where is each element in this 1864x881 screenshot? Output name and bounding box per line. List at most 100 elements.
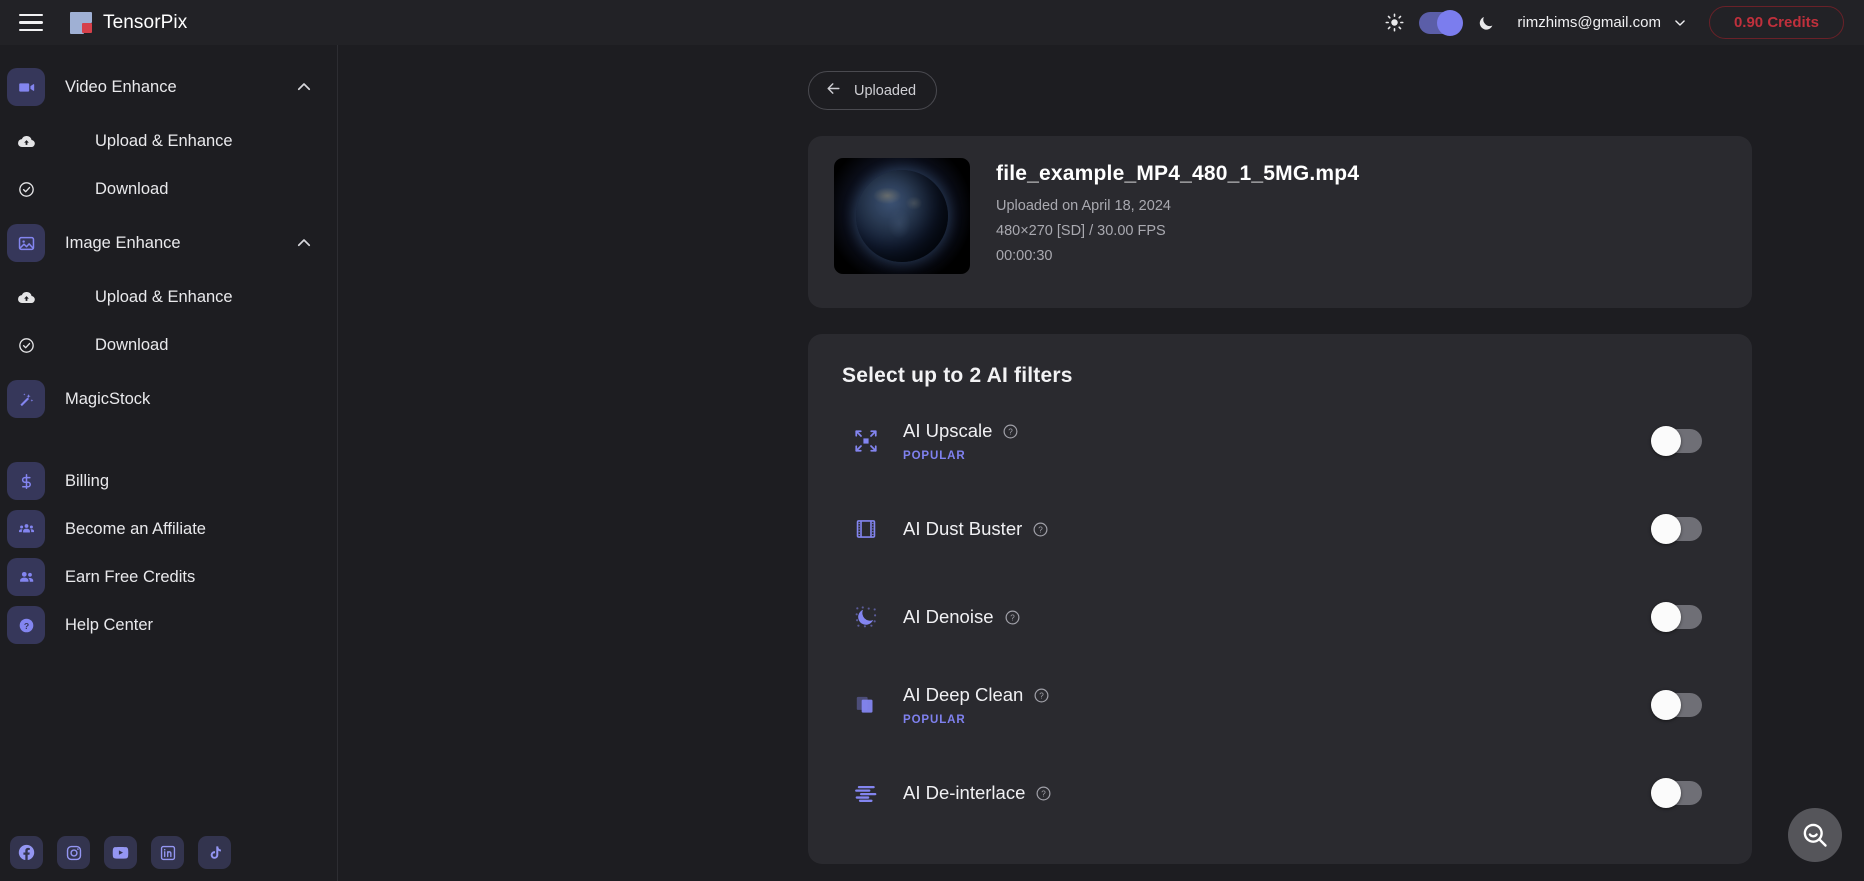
file-resolution-fps: 480×270 [SD] / 30.00 FPS [996,223,1166,239]
chevron-up-icon[interactable] [295,78,313,96]
two-people-icon [7,558,45,596]
hamburger-menu-icon[interactable] [14,6,48,40]
filter-texts: AI Denoise ? [903,606,1021,628]
sidebar-item-image-download[interactable]: Download [0,321,337,369]
sidebar-item-label: Video Enhance [65,77,177,96]
filter-row-ai-deep-clean: AI Deep Clean ? POPULAR [842,670,1718,740]
app-root: TensorPix rimzhims@gmail.com 0.90 Credit… [0,0,1864,881]
youtube-icon[interactable] [104,836,137,869]
cloud-upload-icon [7,122,45,160]
instagram-icon[interactable] [57,836,90,869]
svg-text:?: ? [1040,691,1045,700]
file-upload-date: Uploaded on April 18, 2024 [996,198,1171,214]
sidebar-item-video-upload-enhance[interactable]: Upload & Enhance [0,117,337,165]
check-circle-icon [7,170,45,208]
sidebar-item-label: Billing [65,471,110,490]
magic-wand-icon [7,380,45,418]
ai-filters-card: Select up to 2 AI filters AI Upscale ? P… [808,334,1752,864]
upscale-arrows-icon [851,426,881,456]
sidebar-item-label: Become an Affiliate [65,519,206,538]
filters-title: Select up to 2 AI filters [842,364,1073,387]
filter-toggle-ai-denoise[interactable] [1651,602,1702,632]
top-bar: TensorPix rimzhims@gmail.com 0.90 Credit… [0,0,1864,45]
sidebar-item-earn-free-credits[interactable]: Earn Free Credits [0,553,337,601]
sidebar-item-label: Help Center [65,615,154,634]
svg-text:?: ? [1042,789,1047,798]
file-duration: 00:00:30 [996,248,1053,264]
filter-toggle-ai-upscale[interactable] [1651,426,1702,456]
file-metadata: file_example_MP4_480_1_5MG.mp4 Uploaded … [996,158,1359,264]
linkedin-icon[interactable] [151,836,184,869]
sidebar-item-label: Earn Free Credits [65,567,196,586]
account-menu[interactable]: rimzhims@gmail.com [1517,14,1687,31]
filter-toggle-ai-deep-clean[interactable] [1651,690,1702,720]
question-mark-circle-icon[interactable]: ? [1035,785,1052,802]
moon-icon[interactable] [1473,10,1499,36]
people-group-icon [7,510,45,548]
main-inner: Uploaded file_example_MP4_480_1_5MG.mp4 … [338,45,1864,864]
question-mark-circle-icon[interactable]: ? [1032,521,1049,538]
toggle-knob [1651,778,1681,808]
filter-name: AI Upscale [903,420,993,441]
svg-text:?: ? [1009,427,1014,436]
facebook-icon[interactable] [10,836,43,869]
filter-row-ai-denoise: AI Denoise ? [842,582,1718,652]
filter-name: AI De-interlace [903,782,1026,803]
question-circle-icon: ? [7,606,45,644]
sidebar-item-image-enhance[interactable]: Image Enhance [0,219,337,267]
uploaded-file-card: file_example_MP4_480_1_5MG.mp4 Uploaded … [808,136,1752,308]
image-icon [7,224,45,262]
question-mark-circle-icon[interactable]: ? [1002,423,1019,440]
chevron-down-icon [1673,16,1687,30]
chevron-up-icon[interactable] [295,234,313,252]
filter-texts: AI Deep Clean ? POPULAR [903,684,1050,726]
hamburger-line [19,21,43,24]
credits-badge[interactable]: 0.90 Credits [1708,6,1844,39]
sidebar-item-label: Download [95,335,169,354]
account-email: rimzhims@gmail.com [1517,14,1661,31]
question-mark-circle-icon[interactable]: ? [1004,609,1021,626]
brand-logo[interactable]: TensorPix [70,11,187,34]
back-to-uploaded-button[interactable]: Uploaded [808,71,938,110]
dollar-icon [7,462,45,500]
svg-text:?: ? [1039,525,1044,534]
filter-toggle-ai-de-interlace[interactable] [1651,778,1702,808]
popular-badge: POPULAR [903,450,966,462]
sidebar-item-label: Download [95,179,169,198]
tensorpix-logo-icon [70,11,92,34]
arrow-left-icon [825,80,842,101]
earth-globe-graphic [856,170,948,262]
tiktok-icon[interactable] [198,836,231,869]
interlace-lines-icon [851,778,881,808]
sidebar-item-image-upload-enhance[interactable]: Upload & Enhance [0,273,337,321]
filter-name: AI Dust Buster [903,518,1023,539]
svg-text:?: ? [23,621,28,631]
svg-text:?: ? [1010,613,1015,622]
moon-noise-icon [851,602,881,632]
theme-toggle[interactable] [1419,9,1464,36]
toggle-knob [1651,514,1681,544]
question-mark-circle-icon[interactable]: ? [1033,687,1050,704]
top-bar-right: rimzhims@gmail.com 0.90 Credits [1381,6,1850,39]
sidebar-item-become-an-affiliate[interactable]: Become an Affiliate [0,505,337,553]
search-smile-icon[interactable] [1788,808,1842,862]
sidebar-item-label: MagicStock [65,389,151,408]
filter-texts: AI Upscale ? POPULAR [903,420,1019,462]
back-button-label: Uploaded [854,82,917,99]
film-strip-icon [851,514,881,544]
sidebar-item-video-enhance[interactable]: Video Enhance [0,63,337,111]
filter-toggle-ai-dust-buster[interactable] [1651,514,1702,544]
main-content: Uploaded file_example_MP4_480_1_5MG.mp4 … [338,45,1864,881]
video-camera-icon [7,68,45,106]
sidebar-item-help-center[interactable]: ? Help Center [0,601,337,649]
video-thumbnail[interactable] [834,158,970,274]
sidebar-item-label: Image Enhance [65,233,181,252]
deep-clean-icon [851,690,881,720]
sidebar-item-billing[interactable]: Billing [0,457,337,505]
sidebar-item-label: Upload & Enhance [95,131,233,150]
sidebar-item-magicstock[interactable]: MagicStock [0,375,337,423]
filter-row-ai-de-interlace: AI De-interlace ? [842,758,1718,828]
sidebar-item-video-download[interactable]: Download [0,165,337,213]
toggle-knob [1651,426,1681,456]
sun-icon[interactable] [1381,10,1407,36]
